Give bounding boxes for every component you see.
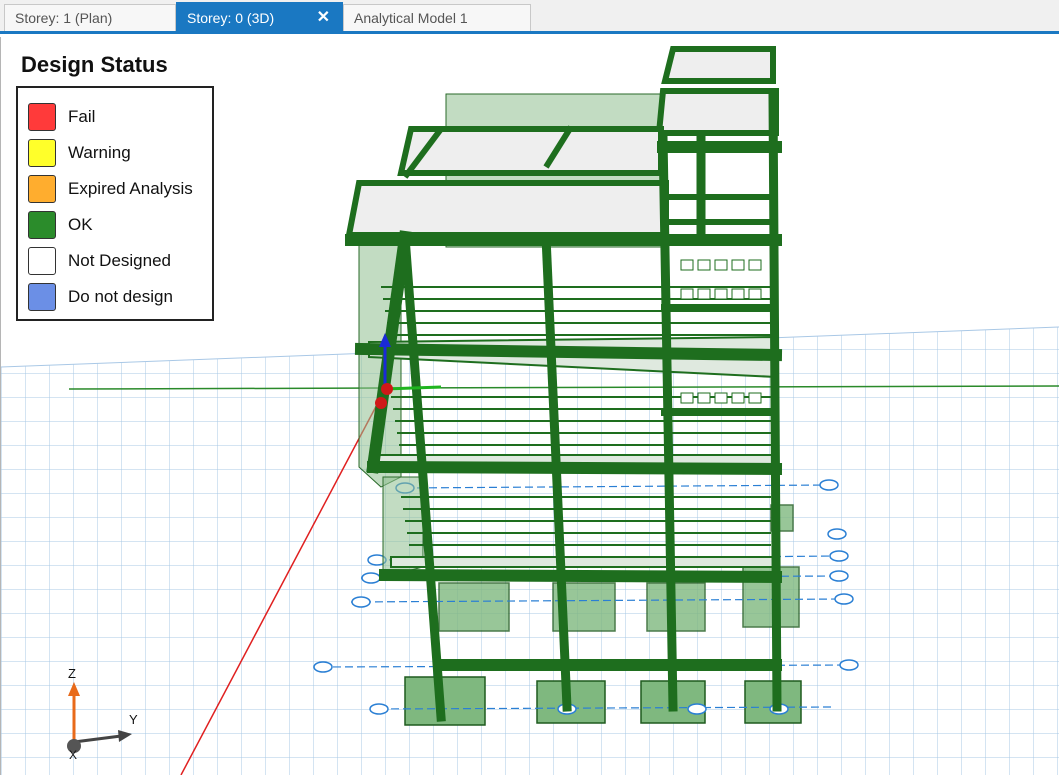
close-icon[interactable]: ✕ — [317, 3, 330, 33]
view-axis-icon: Z Y X — [67, 666, 138, 762]
tab-label: Storey: 1 (Plan) — [15, 10, 113, 26]
tab-label: Analytical Model 1 — [354, 10, 468, 26]
tab-label: Storey: 0 (3D) — [187, 10, 275, 26]
legend-item-ok: OK — [28, 209, 213, 241]
3d-viewport[interactable]: Design Status Fail Warning Expired Analy… — [0, 37, 1059, 775]
legend-swatch — [28, 139, 56, 167]
legend-swatch — [28, 247, 56, 275]
legend-label: Not Designed — [68, 251, 172, 270]
legend-swatch — [28, 283, 56, 311]
legend-item-expired-analysis: Expired Analysis — [28, 173, 213, 205]
legend-item-do-not-design: Do not design — [28, 281, 213, 313]
legend-swatch — [28, 103, 56, 131]
legend-label: Do not design — [68, 287, 173, 306]
view-tab-bar: Storey: 1 (Plan) Storey: 0 (3D) ✕ Analyti… — [0, 0, 1059, 34]
legend-label: Expired Analysis — [68, 179, 193, 198]
y-axis-label: Y — [129, 712, 138, 727]
x-axis-label: X — [69, 748, 77, 762]
legend-swatch — [28, 211, 56, 239]
tab-storey-1-plan[interactable]: Storey: 1 (Plan) — [4, 4, 176, 31]
legend-item-not-designed: Not Designed — [28, 245, 213, 277]
legend-label: Warning — [68, 143, 131, 162]
legend-item-warning: Warning — [28, 137, 213, 169]
legend-swatch — [28, 175, 56, 203]
legend-title: Design Status — [21, 52, 168, 77]
legend-item-fail: Fail — [28, 101, 213, 133]
tab-analytical-model-1[interactable]: Analytical Model 1 — [343, 4, 531, 31]
legend-label: OK — [68, 215, 93, 234]
legend-label: Fail — [68, 107, 96, 126]
design-status-legend: Fail Warning Expired Analysis OK Not Des… — [16, 86, 214, 321]
tab-storey-0-3d[interactable]: Storey: 0 (3D) ✕ — [176, 2, 343, 32]
z-axis-label: Z — [68, 666, 76, 681]
